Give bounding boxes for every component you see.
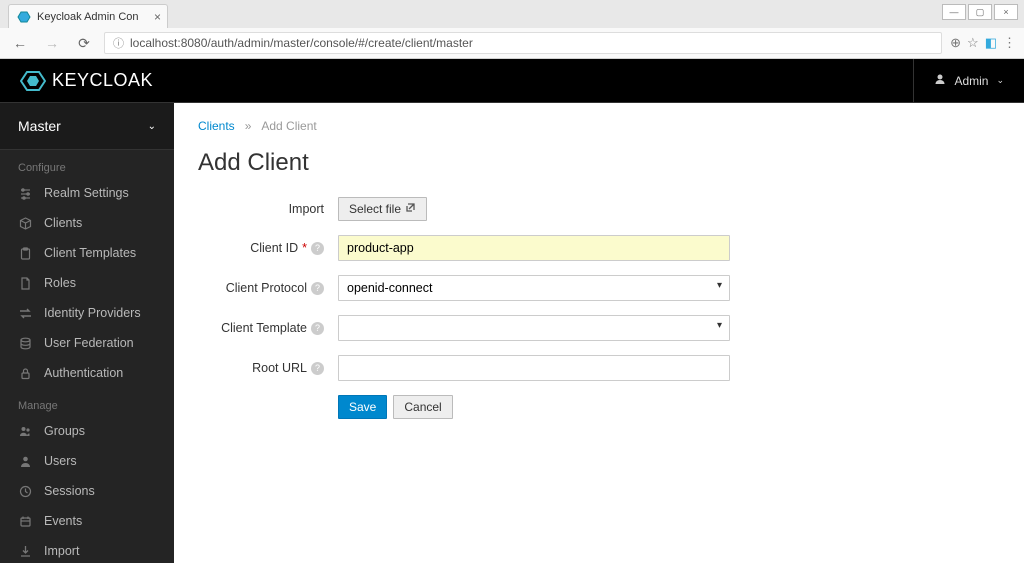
window-close-icon[interactable]: × xyxy=(994,4,1018,20)
database-icon xyxy=(18,337,32,350)
sidebar-item-realm-settings[interactable]: Realm Settings xyxy=(0,178,174,208)
browser-star-icon[interactable]: ☆ xyxy=(967,35,979,51)
breadcrumb-separator: » xyxy=(245,119,252,133)
browser-back-icon[interactable]: ← xyxy=(8,31,32,55)
realm-name: Master xyxy=(18,118,61,134)
client-id-label: Client ID * ? xyxy=(198,241,338,255)
site-info-icon: ⓘ xyxy=(113,35,124,51)
cancel-button[interactable]: Cancel xyxy=(393,395,452,419)
sidebar-item-label: Client Templates xyxy=(44,246,136,260)
sidebar-item-users[interactable]: Users xyxy=(0,446,174,476)
sidebar-item-label: Users xyxy=(44,454,77,468)
sidebar-item-client-templates[interactable]: Client Templates xyxy=(0,238,174,268)
breadcrumb-parent[interactable]: Clients xyxy=(198,119,235,133)
user-icon xyxy=(934,73,946,88)
import-icon xyxy=(18,545,32,558)
breadcrumb: Clients » Add Client xyxy=(198,119,1000,133)
calendar-icon xyxy=(18,515,32,528)
sliders-icon xyxy=(18,187,32,200)
chevron-down-icon: ⌄ xyxy=(996,75,1004,86)
sidebar-item-roles[interactable]: Roles xyxy=(0,268,174,298)
sidebar-item-groups[interactable]: Groups xyxy=(0,416,174,446)
sidebar-section-manage: Manage xyxy=(0,388,174,416)
external-link-icon xyxy=(405,202,416,216)
client-template-select[interactable] xyxy=(338,315,730,341)
users-icon xyxy=(18,425,32,438)
sidebar-item-clients[interactable]: Clients xyxy=(0,208,174,238)
window-maximize-icon[interactable]: ▢ xyxy=(968,4,992,20)
help-icon[interactable]: ? xyxy=(311,282,324,295)
browser-zoom-icon[interactable]: ⊕ xyxy=(950,35,961,51)
browser-url-text: localhost:8080/auth/admin/master/console… xyxy=(130,36,473,50)
window-controls: — ▢ × xyxy=(942,4,1018,20)
browser-tab[interactable]: Keycloak Admin Con × xyxy=(8,4,168,28)
help-icon[interactable]: ? xyxy=(311,242,324,255)
sidebar-item-authentication[interactable]: Authentication xyxy=(0,358,174,388)
browser-chrome: Keycloak Admin Con × — ▢ × ← → ⟳ ⓘ local… xyxy=(0,0,1024,59)
select-file-button[interactable]: Select file xyxy=(338,197,427,221)
browser-forward-icon[interactable]: → xyxy=(40,31,64,55)
browser-address-bar: ← → ⟳ ⓘ localhost:8080/auth/admin/master… xyxy=(0,28,1024,58)
realm-selector[interactable]: Master ⌄ xyxy=(0,103,174,150)
tab-title: Keycloak Admin Con xyxy=(37,11,139,23)
sidebar: Master ⌄ Configure Realm Settings Client… xyxy=(0,103,174,563)
browser-url-field[interactable]: ⓘ localhost:8080/auth/admin/master/conso… xyxy=(104,32,942,54)
browser-menu-icon[interactable]: ⋮ xyxy=(1003,35,1016,51)
root-url-label: Root URL ? xyxy=(198,361,338,375)
lock-icon xyxy=(18,367,32,380)
user-label: Admin xyxy=(954,74,988,88)
sidebar-item-label: Roles xyxy=(44,276,76,290)
sidebar-item-label: Events xyxy=(44,514,82,528)
required-indicator: * xyxy=(302,241,307,255)
keycloak-logo-icon xyxy=(20,68,46,94)
sidebar-item-events[interactable]: Events xyxy=(0,506,174,536)
client-template-label: Client Template ? xyxy=(198,321,338,335)
chevron-down-icon: ⌄ xyxy=(148,121,156,132)
tab-close-icon[interactable]: × xyxy=(154,10,161,24)
file-icon xyxy=(18,277,32,290)
import-label: Import xyxy=(198,202,338,216)
page-title: Add Client xyxy=(198,149,1000,177)
clock-icon xyxy=(18,485,32,498)
root-url-input[interactable] xyxy=(338,355,730,381)
exchange-icon xyxy=(18,307,32,320)
sidebar-item-identity-providers[interactable]: Identity Providers xyxy=(0,298,174,328)
sidebar-item-label: Realm Settings xyxy=(44,186,129,200)
breadcrumb-current: Add Client xyxy=(261,119,316,133)
app-header: KEYCLOAK Admin ⌄ xyxy=(0,59,1024,103)
clipboard-icon xyxy=(18,247,32,260)
save-button[interactable]: Save xyxy=(338,395,387,419)
sidebar-item-label: Groups xyxy=(44,424,85,438)
sidebar-item-user-federation[interactable]: User Federation xyxy=(0,328,174,358)
brand-logo[interactable]: KEYCLOAK xyxy=(20,68,153,94)
sidebar-item-import[interactable]: Import xyxy=(0,536,174,563)
sidebar-section-configure: Configure xyxy=(0,150,174,178)
sidebar-item-label: Authentication xyxy=(44,366,123,380)
client-protocol-select[interactable]: openid-connect xyxy=(338,275,730,301)
help-icon[interactable]: ? xyxy=(311,322,324,335)
user-menu[interactable]: Admin ⌄ xyxy=(913,59,1004,102)
cube-icon xyxy=(18,217,32,230)
help-icon[interactable]: ? xyxy=(311,362,324,375)
browser-tab-bar: Keycloak Admin Con × — ▢ × xyxy=(0,0,1024,28)
tab-favicon-icon xyxy=(17,10,31,24)
window-minimize-icon[interactable]: — xyxy=(942,4,966,20)
sidebar-item-label: Clients xyxy=(44,216,82,230)
browser-extension-icon[interactable]: ◧ xyxy=(985,35,997,51)
sidebar-item-label: Sessions xyxy=(44,484,95,498)
main-content: Clients » Add Client Add Client Import S… xyxy=(174,103,1024,563)
sidebar-item-label: Import xyxy=(44,544,79,558)
client-protocol-label: Client Protocol ? xyxy=(198,281,338,295)
brand-name: KEYCLOAK xyxy=(52,70,153,91)
browser-reload-icon[interactable]: ⟳ xyxy=(72,31,96,55)
sidebar-item-label: Identity Providers xyxy=(44,306,141,320)
client-id-input[interactable] xyxy=(338,235,730,261)
sidebar-item-label: User Federation xyxy=(44,336,134,350)
sidebar-item-sessions[interactable]: Sessions xyxy=(0,476,174,506)
user-icon xyxy=(18,455,32,468)
